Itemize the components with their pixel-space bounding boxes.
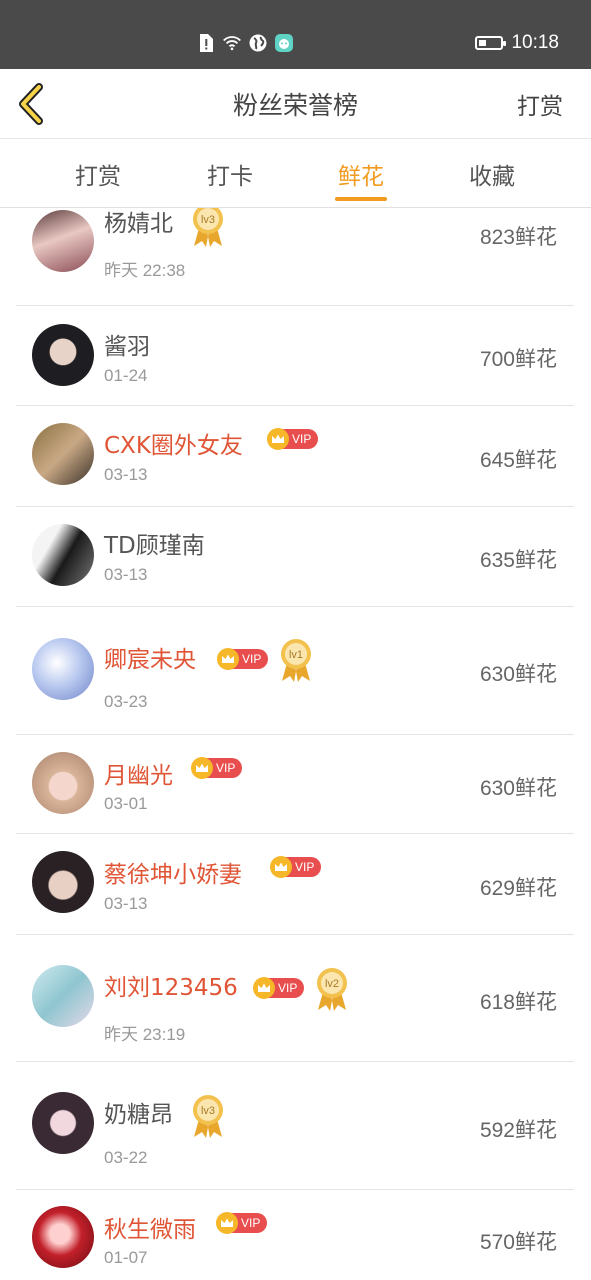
fan-name: 蔡徐坤小娇妻 bbox=[104, 862, 242, 888]
list-item[interactable]: 奶糖昂 lv3 03-22 592鲜花 bbox=[16, 1061, 574, 1190]
vip-badge: VIP bbox=[267, 428, 319, 450]
fan-name: 卿宸未央 bbox=[104, 647, 196, 673]
globe-icon bbox=[248, 33, 268, 53]
fan-date: 昨天 23:19 bbox=[104, 1025, 186, 1044]
tab-bar: 打赏 打卡 鲜花 收藏 bbox=[0, 139, 591, 208]
fan-date: 01-24 bbox=[104, 366, 148, 385]
fan-name: 酱羽 bbox=[104, 334, 150, 360]
list-item[interactable]: 秋生微雨 VIP 01-07 570鲜花 bbox=[16, 1189, 574, 1280]
avatar bbox=[32, 210, 94, 272]
wifi-icon bbox=[222, 33, 242, 53]
status-icons bbox=[196, 33, 294, 53]
fan-name: 杨婧北 bbox=[104, 211, 173, 237]
flower-count: 618鲜花 bbox=[479, 991, 557, 1014]
reward-button[interactable]: 打赏 bbox=[517, 87, 563, 121]
crown-icon bbox=[217, 648, 239, 670]
fan-date: 昨天 22:38 bbox=[104, 261, 186, 280]
fan-date: 03-23 bbox=[104, 692, 148, 711]
flower-count: 570鲜花 bbox=[479, 1231, 557, 1254]
badge-group: lv3 bbox=[190, 208, 226, 248]
app-notification-icon bbox=[274, 33, 294, 53]
svg-text:lv3: lv3 bbox=[201, 214, 215, 226]
level-medal-icon: lv3 bbox=[193, 208, 223, 247]
status-time: 10:18 bbox=[511, 32, 559, 53]
page-title: 粉丝荣誉榜 bbox=[232, 91, 358, 120]
fan-date: 03-01 bbox=[104, 794, 148, 813]
badge-group: VIP bbox=[270, 856, 322, 878]
badge-group: lv3 bbox=[190, 1091, 226, 1139]
fan-ranking-list: 杨婧北 lv3 昨天 22:38 823鲜花 酱羽 01-24 700鲜花 CX… bbox=[0, 208, 591, 1280]
fan-name: TD顾瑾南 bbox=[104, 533, 205, 559]
level-medal-icon: lv2 bbox=[317, 968, 348, 1011]
fan-name: 奶糖昂 bbox=[104, 1102, 173, 1128]
flower-count: 635鲜花 bbox=[479, 549, 557, 572]
list-item[interactable]: CXK圈外女友 VIP 03-13 645鲜花 bbox=[16, 406, 574, 507]
fan-name: CXK圈外女友 bbox=[104, 433, 243, 459]
crown-icon bbox=[191, 757, 213, 779]
svg-text:lv2: lv2 bbox=[325, 978, 339, 990]
level-medal-icon: lv3 bbox=[193, 1095, 223, 1138]
tab-favorites[interactable]: 收藏 bbox=[442, 157, 542, 191]
flower-count: 629鲜花 bbox=[479, 877, 557, 900]
crown-icon bbox=[267, 428, 289, 450]
avatar bbox=[32, 423, 94, 485]
flower-count: 700鲜花 bbox=[479, 348, 557, 371]
flower-count: 823鲜花 bbox=[479, 226, 557, 249]
flower-count: 630鲜花 bbox=[479, 777, 557, 800]
fan-name: 秋生微雨 bbox=[104, 1217, 196, 1243]
list-item[interactable]: 卿宸未央 VIP lv1 03-23 630鲜花 bbox=[16, 606, 574, 735]
tab-reward[interactable]: 打赏 bbox=[48, 157, 148, 191]
level-medal-icon: lv1 bbox=[281, 639, 312, 682]
avatar bbox=[32, 324, 94, 386]
avatar bbox=[32, 965, 94, 1027]
active-tab-indicator bbox=[335, 197, 387, 201]
vip-badge: VIP bbox=[270, 856, 322, 878]
vip-badge: VIP bbox=[216, 1212, 268, 1234]
badge-group: VIP bbox=[267, 428, 319, 450]
avatar bbox=[32, 1092, 94, 1154]
tab-checkin[interactable]: 打卡 bbox=[180, 157, 280, 191]
fan-name: 刘刘123456 bbox=[104, 975, 238, 1001]
badge-group: VIP bbox=[216, 1212, 268, 1234]
fan-date: 03-13 bbox=[104, 565, 148, 584]
battery-icon bbox=[475, 36, 507, 50]
badge-group: VIP bbox=[191, 757, 243, 779]
vip-badge: VIP bbox=[253, 977, 305, 999]
avatar bbox=[32, 752, 94, 814]
list-item[interactable]: TD顾瑾南 03-13 635鲜花 bbox=[16, 506, 574, 607]
avatar bbox=[32, 524, 94, 586]
avatar bbox=[32, 1206, 94, 1268]
fan-date: 03-22 bbox=[104, 1148, 148, 1167]
avatar bbox=[32, 638, 94, 700]
svg-text:lv3: lv3 bbox=[201, 1105, 215, 1117]
flower-count: 630鲜花 bbox=[479, 663, 557, 686]
vip-badge: VIP bbox=[217, 648, 269, 670]
list-item[interactable]: 杨婧北 lv3 昨天 22:38 823鲜花 bbox=[16, 208, 574, 306]
crown-icon bbox=[253, 977, 275, 999]
avatar bbox=[32, 851, 94, 913]
header: 粉丝荣誉榜 打赏 bbox=[0, 69, 591, 139]
list-item[interactable]: 月幽光 VIP 03-01 630鲜花 bbox=[16, 734, 574, 834]
crown-icon bbox=[270, 856, 292, 878]
fan-date: 03-13 bbox=[104, 465, 148, 484]
fan-date: 01-07 bbox=[104, 1248, 148, 1267]
status-right: 10:18 bbox=[475, 32, 559, 54]
sim-alert-icon bbox=[196, 33, 216, 53]
badge-group: VIP lv1 bbox=[217, 635, 314, 683]
vip-badge: VIP bbox=[191, 757, 243, 779]
flower-count: 592鲜花 bbox=[479, 1119, 557, 1142]
badge-group: VIP lv2 bbox=[253, 964, 350, 1012]
fan-date: 03-13 bbox=[104, 894, 148, 913]
list-item[interactable]: 刘刘123456 VIP lv2 昨天 23:19 618鲜花 bbox=[16, 934, 574, 1062]
tab-flowers[interactable]: 鲜花 bbox=[311, 157, 411, 191]
list-item[interactable]: 酱羽 01-24 700鲜花 bbox=[16, 305, 574, 406]
list-item[interactable]: 蔡徐坤小娇妻 VIP 03-13 629鲜花 bbox=[16, 833, 574, 935]
crown-icon bbox=[216, 1212, 238, 1234]
status-bar: 10:18 bbox=[0, 0, 591, 69]
fan-name: 月幽光 bbox=[104, 763, 173, 789]
svg-text:lv1: lv1 bbox=[289, 649, 303, 661]
flower-count: 645鲜花 bbox=[479, 449, 557, 472]
